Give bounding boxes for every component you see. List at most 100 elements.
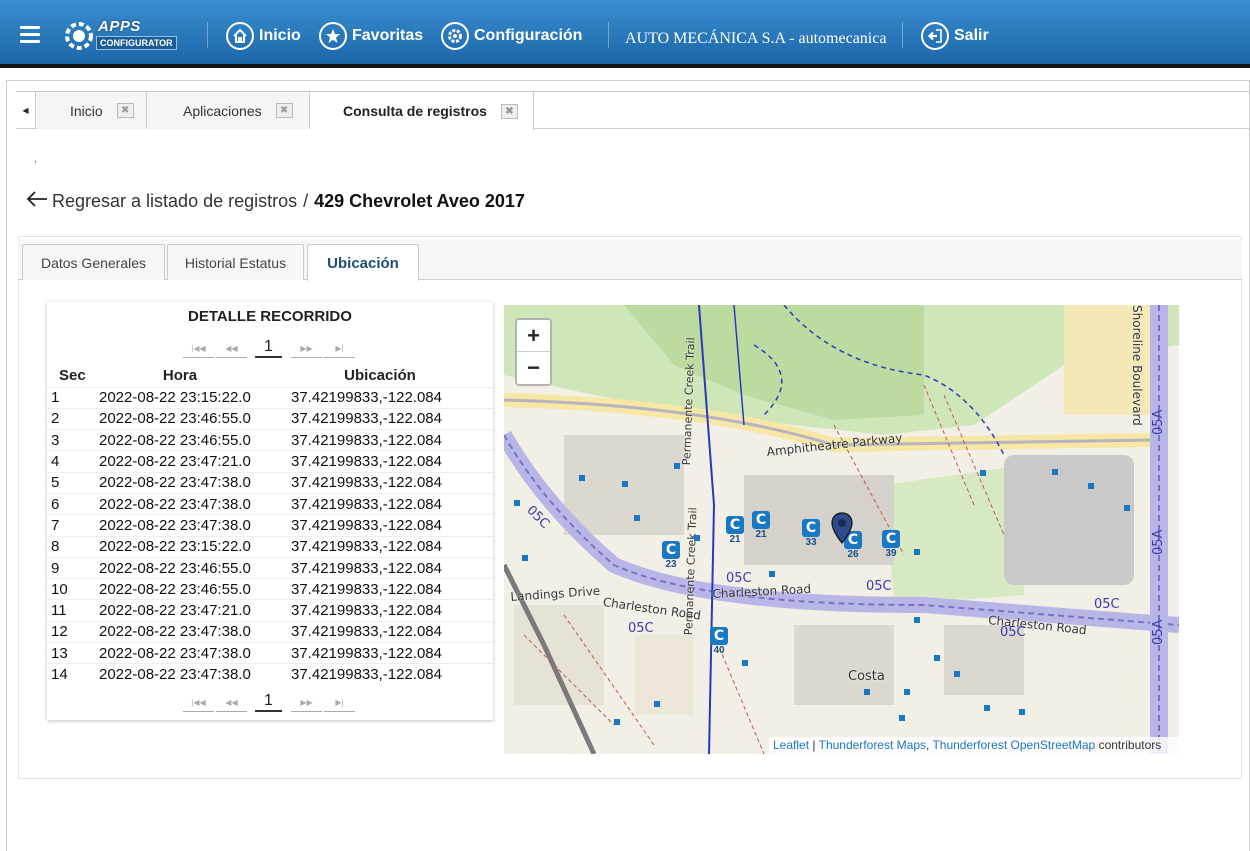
tab-consulta-de-registros[interactable]: Consulta de registros ✖ <box>310 92 534 130</box>
poi-marker[interactable]: C 39 <box>882 530 900 559</box>
prev-page-icon[interactable]: ◀◀ <box>215 340 247 358</box>
cell-hora: 2022-08-22 23:47:38.0 <box>93 642 267 664</box>
map-poi-dot <box>914 549 920 555</box>
map-route-label: 05A <box>1151 619 1166 645</box>
map-poi-dot <box>522 555 528 561</box>
current-page[interactable]: 1 <box>254 692 283 712</box>
back-to-list-link[interactable]: Regresar a listado de registros <box>52 191 297 212</box>
tab-aplicaciones-label: Aplicaciones <box>183 102 262 119</box>
table-row[interactable]: 6 2022-08-22 23:47:38.0 37.42199833,-122.0… <box>47 492 493 515</box>
current-page[interactable]: 1 <box>254 338 283 358</box>
last-page-icon[interactable]: ▶| <box>324 340 355 358</box>
map-route-label: 05C <box>628 621 654 636</box>
poi-number: 21 <box>755 529 767 540</box>
leaflet-link[interactable]: Leaflet <box>773 738 809 752</box>
divider <box>902 22 903 48</box>
logout-button[interactable]: Salir <box>921 22 989 50</box>
cell-ubicacion: 37.42199833,-122.084 <box>267 386 493 409</box>
map-route-label: 05A <box>1151 529 1166 555</box>
zoom-in-button[interactable]: + <box>517 320 550 352</box>
thunderforest-maps-link[interactable]: Thunderforest Maps <box>819 738 926 752</box>
nav-favoritas-label: Favoritas <box>352 27 424 44</box>
tab-ubicacion[interactable]: Ubicación <box>307 244 419 281</box>
tab-inicio[interactable]: Inicio ✖ <box>37 92 147 129</box>
nav-favoritas[interactable]: Favoritas <box>319 22 423 50</box>
cell-sec: 5 <box>47 471 93 494</box>
poi-c-icon: C <box>882 530 900 548</box>
close-icon[interactable]: ✖ <box>500 103 518 119</box>
cell-sec: 6 <box>47 492 93 515</box>
next-page-icon[interactable]: ▶▶ <box>291 694 323 712</box>
back-arrow-icon[interactable] <box>26 188 48 214</box>
table-row[interactable]: 3 2022-08-22 23:46:55.0 37.42199833,-122.0… <box>47 429 493 451</box>
first-page-icon[interactable]: |◀◀ <box>183 340 214 358</box>
map-route-label: 05C <box>726 571 752 586</box>
tab-scroll-left-icon[interactable]: ◀ <box>16 92 36 129</box>
map-poi-dot <box>654 701 660 707</box>
cell-hora: 2022-08-22 23:47:38.0 <box>93 492 267 515</box>
table-row[interactable]: 10 2022-08-22 23:46:55.0 37.42199833,-122.… <box>47 578 493 600</box>
tab-aplicaciones[interactable]: Aplicaciones ✖ <box>147 92 310 129</box>
cell-hora: 2022-08-22 23:46:55.0 <box>93 429 267 451</box>
cell-ubicacion: 37.42199833,-122.084 <box>267 599 493 622</box>
tab-historial-estatus[interactable]: Historial Estatus <box>167 244 304 280</box>
nav-configuracion[interactable]: Configuración <box>441 22 582 50</box>
cell-ubicacion: 37.42199833,-122.084 <box>267 429 493 451</box>
table-row[interactable]: 13 2022-08-22 23:47:38.0 37.42199833,-122.… <box>47 642 493 664</box>
table-row[interactable]: 12 2022-08-22 23:47:38.0 37.42199833,-122.… <box>47 620 493 643</box>
poi-marker[interactable]: C 33 <box>802 519 820 548</box>
cell-ubicacion: 37.42199833,-122.084 <box>267 663 493 686</box>
hamburger-icon[interactable] <box>20 26 40 43</box>
map-poi-dot <box>694 535 700 541</box>
next-page-icon[interactable]: ▶▶ <box>291 340 323 358</box>
poi-c-icon: C <box>802 519 820 537</box>
table-row[interactable]: 2 2022-08-22 23:46:55.0 37.42199833,-122.0… <box>47 407 493 430</box>
table-row[interactable]: 5 2022-08-22 23:47:38.0 37.42199833,-122.0… <box>47 471 493 494</box>
poi-marker[interactable]: C 40 <box>710 627 728 656</box>
close-icon[interactable]: ✖ <box>275 103 293 118</box>
cell-ubicacion: 37.42199833,-122.084 <box>267 535 493 558</box>
location-marker-icon[interactable] <box>831 512 853 544</box>
zoom-out-button[interactable]: − <box>517 352 550 384</box>
detail-tabs: Datos Generales Historial Estatus Ubicac… <box>18 240 1242 281</box>
nav-inicio[interactable]: Inicio <box>226 22 301 50</box>
location-map[interactable]: Amphitheatre Parkway Charleston Road Charl… <box>504 305 1179 754</box>
poi-c-icon: C <box>752 511 770 529</box>
map-poi-dot <box>1052 469 1058 475</box>
table-row[interactable]: 7 2022-08-22 23:47:38.0 37.42199833,-122.0… <box>47 514 493 537</box>
poi-marker[interactable]: C 23 <box>662 541 680 570</box>
table-row[interactable]: 9 2022-08-22 23:46:55.0 37.42199833,-122.0… <box>47 556 493 579</box>
first-page-icon[interactable]: |◀◀ <box>183 694 214 712</box>
map-poi-dot <box>954 671 960 677</box>
poi-marker[interactable]: C 21 <box>752 511 770 540</box>
table-row[interactable]: 11 2022-08-22 23:47:21.0 37.42199833,-122.… <box>47 599 493 622</box>
map-poi-dot <box>904 689 910 695</box>
cell-ubicacion: 37.42199833,-122.084 <box>267 556 493 579</box>
attribution-tail: contributors <box>1095 738 1162 752</box>
col-ubicacion[interactable]: Ubicación <box>267 365 493 387</box>
breadcrumb: Regresar a listado de registros / 429 Ch… <box>26 189 525 213</box>
logout-label: Salir <box>954 27 989 44</box>
map-poi-dot <box>899 715 905 721</box>
tab-datos-generales[interactable]: Datos Generales <box>22 244 165 280</box>
table-row[interactable]: 8 2022-08-22 23:15:22.0 37.42199833,-122.0… <box>47 535 493 558</box>
col-hora[interactable]: Hora <box>93 365 267 387</box>
apps-configurator-logo[interactable]: APPS CONFIGURATOR <box>62 18 188 54</box>
cell-sec: 13 <box>47 642 93 664</box>
last-page-icon[interactable]: ▶| <box>324 694 355 712</box>
table-row[interactable]: 1 2022-08-22 23:15:22.0 37.42199833,-122.0… <box>47 386 493 409</box>
openstreetmap-link[interactable]: OpenStreetMap <box>1011 738 1096 752</box>
stray-mark: , <box>34 154 37 165</box>
cell-hora: 2022-08-22 23:47:21.0 <box>93 450 267 473</box>
map-zoom-control: + − <box>515 318 552 386</box>
table-row[interactable]: 4 2022-08-22 23:47:21.0 37.42199833,-122.0… <box>47 450 493 473</box>
poi-marker[interactable]: C 21 <box>726 516 744 545</box>
logo-text: APPS <box>98 18 141 35</box>
thunderforest-link[interactable]: Thunderforest <box>932 738 1007 752</box>
close-icon[interactable]: ✖ <box>116 103 134 118</box>
prev-page-icon[interactable]: ◀◀ <box>215 694 247 712</box>
cell-ubicacion: 37.42199833,-122.084 <box>267 578 493 600</box>
col-sec[interactable]: Sec <box>47 365 93 387</box>
table-row[interactable]: 14 2022-08-22 23:47:38.0 37.42199833,-122.… <box>47 663 493 686</box>
trip-detail-card: DETALLE RECORRIDO |◀◀ ◀◀ 1 ▶▶ ▶| Sec Hor… <box>47 302 493 720</box>
